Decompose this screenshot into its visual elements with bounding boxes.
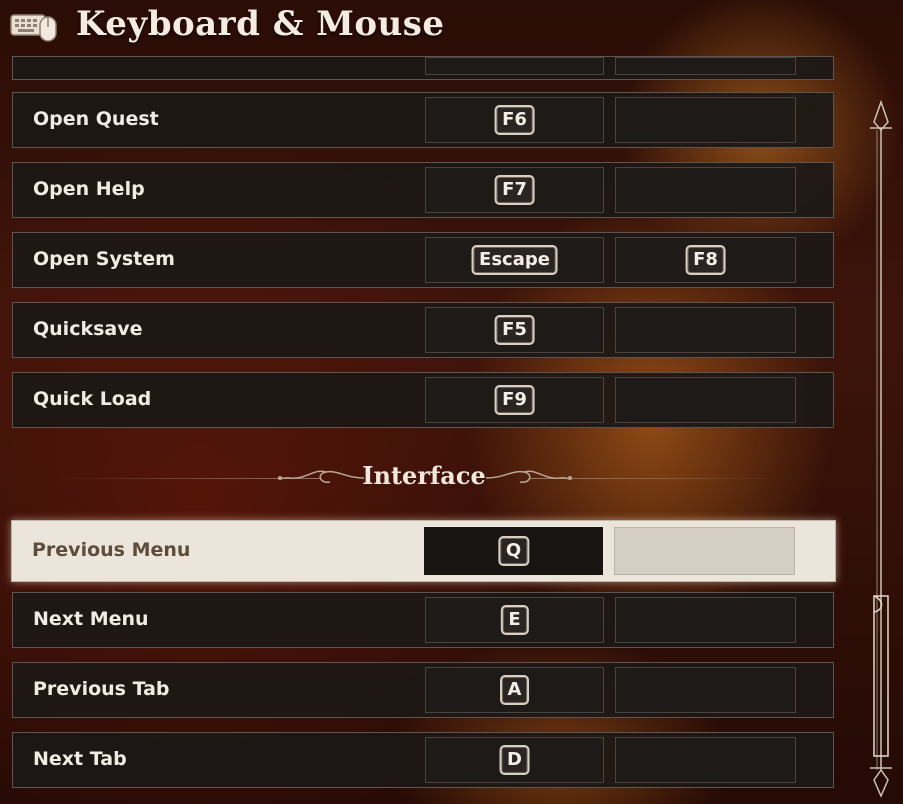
secondary-binding-slot[interactable] xyxy=(615,167,796,213)
primary-binding-slot[interactable]: F6 xyxy=(425,97,604,143)
key-cap: F6 xyxy=(494,105,535,135)
action-label: Next Tab xyxy=(33,748,127,770)
action-label: Open Quest xyxy=(33,108,159,130)
key-cap: Q xyxy=(497,536,530,566)
keybind-row-quicksave[interactable]: Quicksave F5 xyxy=(12,302,834,358)
secondary-binding-slot[interactable] xyxy=(615,597,796,643)
primary-binding-slot[interactable]: F9 xyxy=(425,377,604,423)
divider-line xyxy=(530,478,780,479)
ornament-left-icon xyxy=(277,470,365,483)
primary-binding-slot[interactable] xyxy=(425,57,604,75)
key-cap: D xyxy=(499,745,530,775)
secondary-binding-slot[interactable] xyxy=(615,57,796,75)
keybind-row-partial xyxy=(12,56,834,80)
scroll-up-finial-icon[interactable] xyxy=(870,100,892,132)
primary-binding-slot[interactable]: Escape xyxy=(425,237,604,283)
keybind-row-open-system[interactable]: Open System Escape F8 xyxy=(12,232,834,288)
key-cap: F5 xyxy=(494,315,535,345)
section-title: Interface xyxy=(362,461,486,490)
primary-binding-slot[interactable]: F7 xyxy=(425,167,604,213)
keybind-row-next-tab[interactable]: Next Tab D xyxy=(12,732,834,788)
secondary-binding-slot[interactable] xyxy=(615,307,796,353)
keybind-row-next-menu[interactable]: Next Menu E xyxy=(12,592,834,648)
action-label: Next Menu xyxy=(33,608,149,630)
section-header-interface: Interface xyxy=(60,458,780,498)
keybind-row-open-help[interactable]: Open Help F7 xyxy=(12,162,834,218)
key-cap: F7 xyxy=(494,175,535,205)
action-label: Open System xyxy=(33,248,175,270)
action-label: Quicksave xyxy=(33,318,143,340)
action-label: Open Help xyxy=(33,178,145,200)
page-header: Keyboard & Mouse xyxy=(0,0,903,60)
primary-binding-slot[interactable]: E xyxy=(425,597,604,643)
primary-binding-slot[interactable]: Q xyxy=(424,527,603,575)
key-cap: F9 xyxy=(494,385,535,415)
secondary-binding-slot[interactable] xyxy=(615,737,796,783)
action-label: Previous Menu xyxy=(32,539,191,561)
scrollbar[interactable] xyxy=(866,100,896,800)
secondary-binding-slot[interactable]: F8 xyxy=(615,237,796,283)
secondary-binding-slot[interactable] xyxy=(614,527,795,575)
primary-binding-slot[interactable]: D xyxy=(425,737,604,783)
key-cap: A xyxy=(499,675,530,705)
secondary-binding-slot[interactable] xyxy=(615,667,796,713)
key-cap: F8 xyxy=(685,245,726,275)
keybind-row-previous-menu[interactable]: Previous Menu Q xyxy=(11,520,836,582)
page-title: Keyboard & Mouse xyxy=(76,4,445,44)
action-label: Quick Load xyxy=(33,388,152,410)
action-label: Previous Tab xyxy=(33,678,170,700)
secondary-binding-slot[interactable] xyxy=(615,377,796,423)
primary-binding-slot[interactable]: F5 xyxy=(425,307,604,353)
keybind-row-quick-load[interactable]: Quick Load F9 xyxy=(12,372,834,428)
key-cap: Escape xyxy=(471,245,558,275)
primary-binding-slot[interactable]: A xyxy=(425,667,604,713)
keybind-row-previous-tab[interactable]: Previous Tab A xyxy=(12,662,834,718)
keybind-row-open-quest[interactable]: Open Quest F6 xyxy=(12,92,834,148)
key-cap: E xyxy=(500,605,529,635)
scroll-down-finial-icon[interactable] xyxy=(870,767,892,798)
secondary-binding-slot[interactable] xyxy=(615,97,796,143)
keyboard-mouse-icon xyxy=(10,14,57,42)
